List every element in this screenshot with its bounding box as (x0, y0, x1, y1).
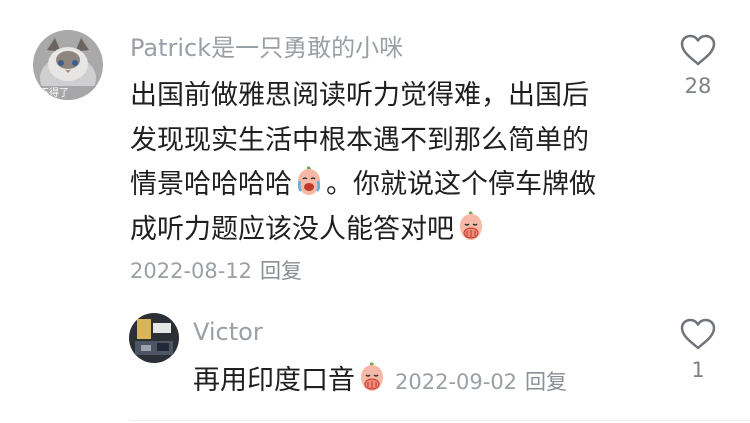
reply-text-content: 再用印度口音 (193, 365, 355, 396)
cat-avatar-icon[interactable]: 不得了 (33, 30, 103, 100)
heart-outline-icon (680, 318, 716, 350)
comment-text-line: 出国前做雅思阅读听力觉得难，出国后 (130, 80, 589, 111)
cover-mouth-emoji-icon (455, 210, 487, 243)
reply-avatar-icon[interactable] (129, 313, 179, 363)
comment-meta: 2022-08-12 回复 (130, 257, 302, 285)
like-button[interactable]: 1 (668, 318, 728, 382)
svg-text:不得了: 不得了 (39, 87, 69, 99)
comment-text-line: 成听力题应该没人能答对吧 (130, 208, 650, 253)
reply-text: 再用印度口音 2022-09-02 回复 (193, 362, 567, 400)
like-count: 1 (691, 358, 705, 382)
laugh-cry-emoji-icon (293, 166, 325, 198)
heart-outline-icon (680, 34, 716, 66)
reply-meta: 2022-09-02 回复 (395, 370, 567, 394)
like-button[interactable]: 28 (668, 34, 728, 98)
comment-date: 2022-08-12 (130, 259, 253, 283)
comment-text: 出国前做雅思阅读听力觉得难，出国后 发现现实生活中根本遇不到那么简单的 情景哈哈… (130, 74, 650, 252)
reply-date: 2022-09-02 (395, 370, 518, 394)
comment-thread: 不得了 Patrick是一只勇敢的小咪 出国前做雅思阅读听力觉得难，出国后 发现… (0, 0, 750, 423)
comment-text-segment: 情景哈哈哈哈 (130, 169, 292, 200)
comment-text-line: 情景哈哈哈哈 。你就说这个停车牌做 (130, 163, 650, 208)
reply-button[interactable]: 回复 (525, 370, 567, 394)
cover-mouth-emoji-icon (356, 362, 388, 394)
divider (130, 420, 750, 421)
reply-button[interactable]: 回复 (260, 259, 302, 283)
comment-username[interactable]: Patrick是一只勇敢的小咪 (130, 32, 403, 64)
comment-text-segment: 。你就说这个停车牌做 (326, 169, 596, 200)
reply-username[interactable]: Victor (193, 316, 263, 348)
like-count: 28 (684, 74, 712, 98)
comment-text-segment: 成听力题应该没人能答对吧 (130, 213, 454, 245)
comment-text-line: 发现现实生活中根本遇不到那么简单的 (130, 124, 589, 156)
